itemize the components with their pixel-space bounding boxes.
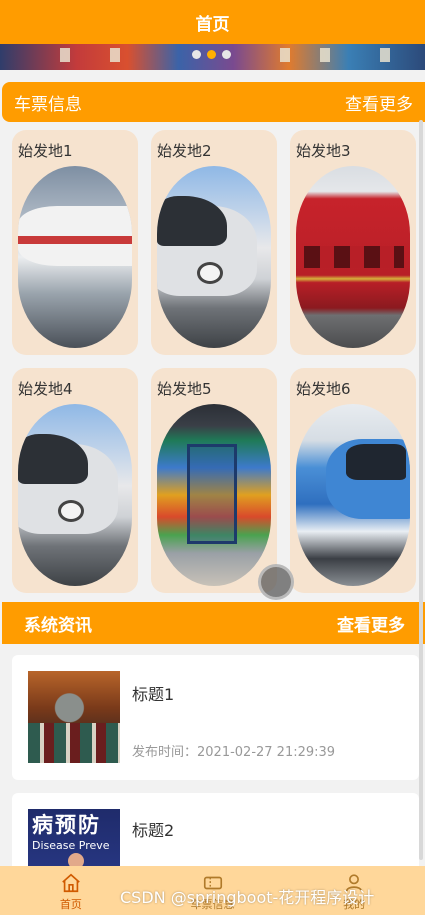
ticket-origin: 始发地2 (157, 142, 212, 160)
watermark-text: CSDN @springboot-花开程序设计 (120, 888, 375, 907)
ticket-card[interactable]: 始发地1 (12, 130, 138, 355)
ticket-card[interactable]: 始发地6 (290, 368, 416, 593)
banner-decoration (60, 48, 70, 62)
scrollbar[interactable] (419, 120, 423, 860)
ticket-origin: 始发地5 (157, 380, 212, 398)
news-section-title: 系统资讯 (24, 615, 92, 636)
train-image (296, 404, 410, 586)
carousel-indicator (192, 50, 231, 59)
news-more-link[interactable]: 查看更多 (337, 611, 405, 636)
carousel-dot[interactable] (222, 50, 231, 59)
carousel-dot[interactable] (192, 50, 201, 59)
banner-decoration (320, 48, 330, 62)
news-item[interactable]: 标题1 发布时间：2021-02-27 21:29:39 (12, 655, 419, 780)
train-image (157, 404, 271, 586)
carousel-dot-active[interactable] (207, 50, 216, 59)
news-publish-time: 发布时间：2021-02-27 21:29:39 (132, 745, 336, 760)
train-image (18, 404, 132, 586)
news-title: 标题2 (132, 821, 175, 840)
thumbnail-text: 病预防 (32, 812, 101, 837)
banner-decoration (110, 48, 120, 62)
tickets-section-title: 车票信息 (14, 94, 82, 115)
floating-action-button[interactable] (258, 564, 294, 600)
banner-decoration (380, 48, 390, 62)
train-image (157, 166, 271, 348)
ticket-card[interactable]: 始发地4 (12, 368, 138, 593)
banner-carousel[interactable] (0, 44, 425, 70)
train-image (18, 166, 132, 348)
ticket-card[interactable]: 始发地3 (290, 130, 416, 355)
train-image (296, 166, 410, 348)
tickets-more-link[interactable]: 查看更多 (345, 90, 413, 115)
tickets-section-header: 车票信息 查看更多 (2, 82, 425, 122)
ticket-card[interactable]: 始发地5 (151, 368, 277, 593)
ticket-card[interactable]: 始发地2 (151, 130, 277, 355)
news-title: 标题1 (132, 685, 175, 704)
ticket-origin: 始发地4 (18, 380, 73, 398)
page-title: 首页 (195, 14, 230, 35)
tab-label: 首页 (59, 898, 82, 911)
ticket-origin: 始发地6 (296, 380, 351, 398)
top-navigation-bar: 首页 (0, 0, 425, 44)
ticket-origin: 始发地3 (296, 142, 351, 160)
thumbnail-subtext: Disease Preve (32, 839, 110, 852)
news-thumbnail (28, 671, 120, 763)
ticket-origin: 始发地1 (18, 142, 73, 160)
news-section-header: 系统资讯 查看更多 (2, 602, 425, 644)
home-icon (62, 873, 80, 893)
banner-decoration (280, 48, 290, 62)
